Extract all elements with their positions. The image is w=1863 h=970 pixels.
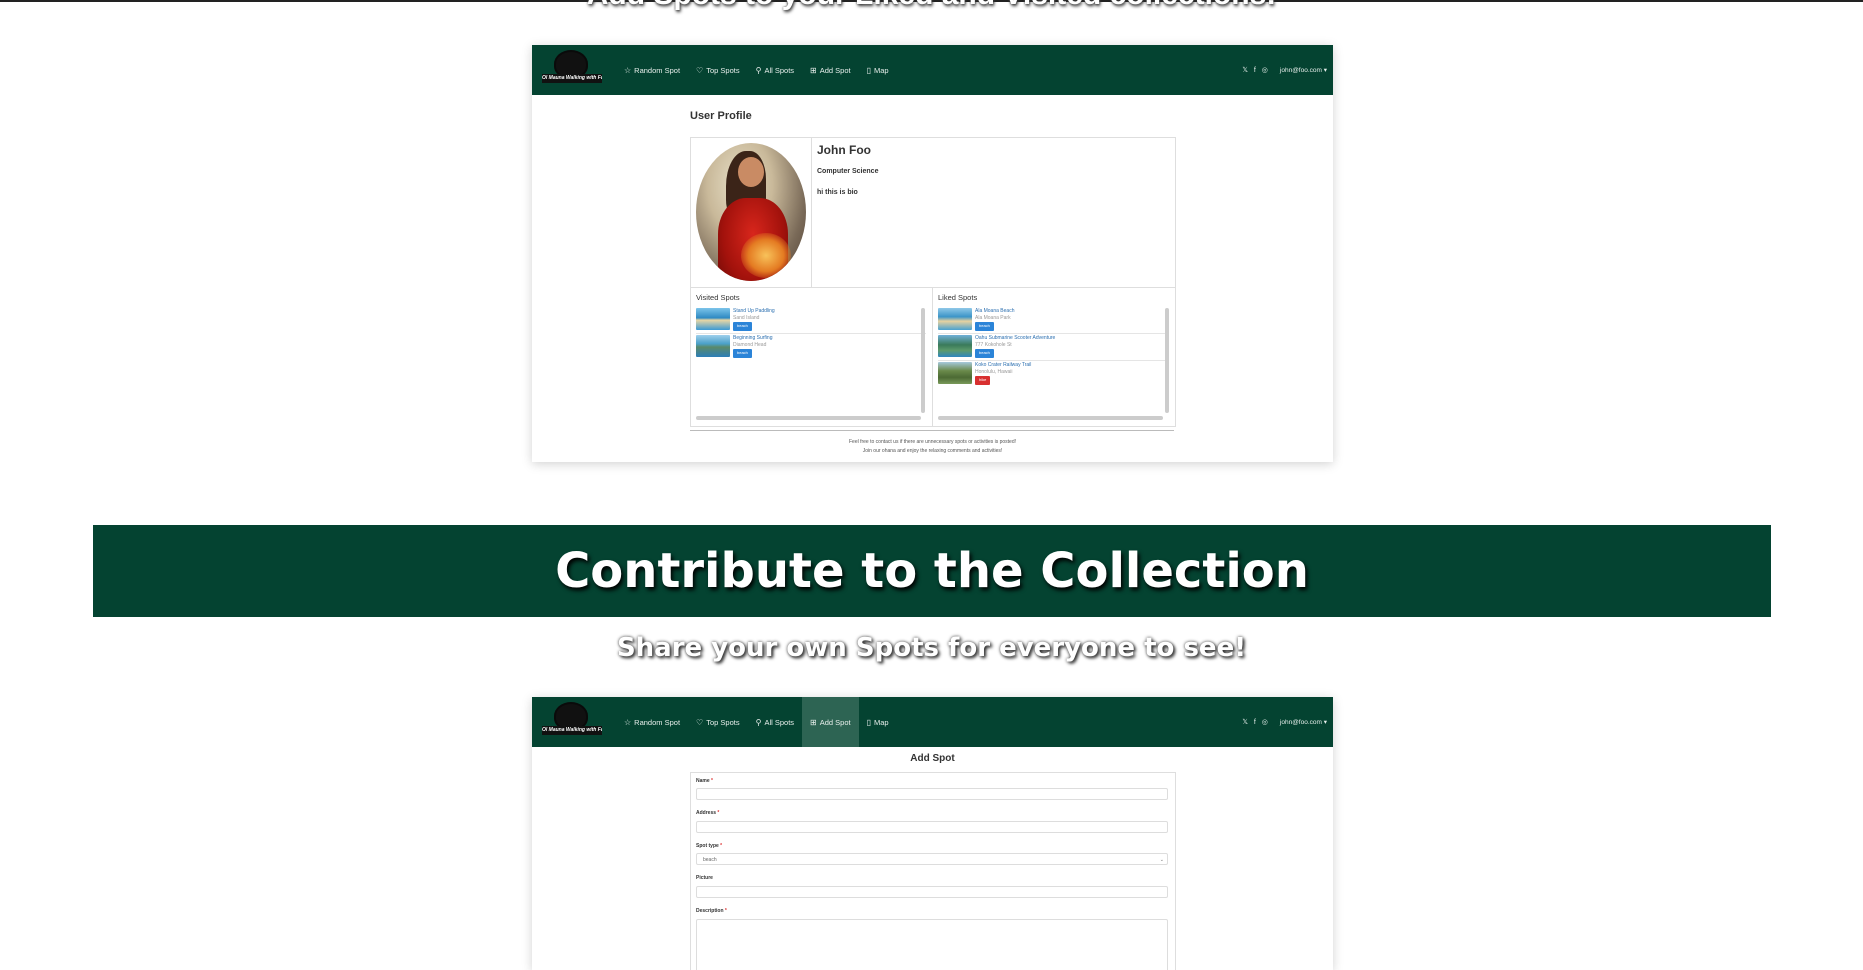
nav-all-spots[interactable]: ⚲ All Spots [748, 697, 802, 747]
chevron-down-icon: ⌄ [1159, 857, 1164, 863]
profile-major: Computer Science [817, 168, 879, 175]
nav-map[interactable]: ▯ Map [859, 697, 897, 747]
social-icons[interactable]: 𝕏 f ◎ [1242, 66, 1270, 74]
section-heading-contribute: Contribute to the Collection [555, 543, 1309, 599]
section-subtitle-contribute: Share your own Spots for everyone to see… [616, 633, 1247, 663]
map-icon: ▯ [866, 65, 872, 75]
spot-thumbnail [938, 362, 972, 384]
section-heading-liked-visited: Add Spots to your Liked and Visited coll… [0, 0, 1863, 12]
tree-logo-icon [556, 704, 586, 728]
map-pin-icon: ⚲ [755, 65, 762, 75]
scrollbar[interactable] [1165, 308, 1169, 413]
status-badge: beach [975, 322, 994, 331]
nav-right: 𝕏 f ◎ john@foo.com ▾ [1242, 45, 1327, 95]
spot-type-select[interactable]: beach ⌄ [696, 853, 1168, 865]
scrollbar[interactable] [921, 308, 925, 413]
list-item[interactable]: Beginning Surfing Diamond Head beach [696, 335, 772, 361]
map-icon: ▯ [866, 717, 872, 727]
spot-thumbnail [696, 308, 730, 330]
nav-add-spot[interactable]: ⊞ Add Spot [802, 697, 859, 747]
profile-card: John Foo Computer Science hi this is bio [690, 137, 1176, 289]
site-logo[interactable]: Ol Mauna Walking with Foo [542, 702, 602, 742]
page-title: User Profile [690, 110, 752, 122]
social-icons[interactable]: 𝕏 f ◎ [1242, 718, 1270, 726]
spot-type-label: Spot type * [696, 843, 723, 849]
liked-spots-title: Liked Spots [938, 293, 978, 302]
spot-thumbnail [938, 335, 972, 357]
navbar: Ol Mauna Walking with Foo ☆ Random Spot ♡… [532, 45, 1333, 95]
visited-spots-title: Visited Spots [696, 293, 740, 302]
address-field[interactable] [696, 821, 1168, 833]
map-pin-icon: ⚲ [755, 717, 762, 727]
list-item[interactable]: Koko Crater Railway Trail Honolulu, Hawai… [938, 362, 1031, 388]
profile-bio: hi this is bio [817, 189, 858, 196]
status-badge: hike [975, 376, 991, 385]
spot-thumbnail [938, 308, 972, 330]
add-spot-screenshot: Ol Mauna Walking with Foo ☆ Random Spot ♡… [532, 697, 1333, 970]
profile-name: John Foo [817, 143, 871, 157]
picture-field[interactable] [696, 886, 1168, 898]
footer-text-2: Join our ohana and enjoy the relaxing co… [862, 448, 1003, 454]
heart-icon: ♡ [696, 65, 704, 75]
description-label: Description * [696, 908, 727, 914]
star-icon: ☆ [624, 717, 632, 727]
name-field[interactable] [696, 788, 1168, 800]
name-label: Name * [696, 778, 713, 784]
spot-thumbnail [696, 335, 730, 357]
site-logo[interactable]: Ol Mauna Walking with Foo [542, 50, 602, 90]
star-icon: ☆ [624, 65, 632, 75]
add-spot-form: Name * Address * Spot type * beach ⌄ Pic… [690, 772, 1176, 970]
list-item[interactable]: Oahu Submarine Scooter Adventure 777 Koko… [938, 335, 1055, 361]
description-textarea[interactable] [696, 919, 1168, 970]
nav-add-spot[interactable]: ⊞ Add Spot [802, 45, 859, 95]
nav-all-spots[interactable]: ⚲ All Spots [748, 45, 802, 95]
footer-text-1: Feel free to contact us if there are unn… [848, 439, 1017, 445]
nav-top-spots[interactable]: ♡ Top Spots [688, 45, 748, 95]
list-item[interactable]: Stand Up Paddling Sand Island beach [696, 308, 775, 334]
nav-right: 𝕏 f ◎ john@foo.com ▾ [1242, 697, 1327, 747]
nav-map[interactable]: ▯ Map [859, 45, 897, 95]
user-menu[interactable]: john@foo.com ▾ [1280, 718, 1327, 726]
status-badge: beach [733, 349, 752, 358]
navbar: Ol Mauna Walking with Foo ☆ Random Spot ♡… [532, 697, 1333, 747]
address-label: Address * [696, 810, 720, 816]
heart-icon: ♡ [696, 717, 704, 727]
picture-label: Picture [696, 875, 713, 881]
page-title: Add Spot [910, 753, 955, 764]
status-badge: beach [733, 322, 752, 331]
nav-random-spot[interactable]: ☆ Random Spot [616, 45, 688, 95]
footer-divider [690, 430, 1174, 431]
profile-screenshot: Ol Mauna Walking with Foo ☆ Random Spot ♡… [532, 45, 1333, 462]
plus-square-icon: ⊞ [810, 717, 817, 727]
visited-spots-panel: Visited Spots Stand Up Paddling Sand Isla… [690, 287, 934, 427]
list-item[interactable]: Ala Moana Beach Ala Moana Park beach [938, 308, 1014, 334]
avatar [696, 143, 806, 281]
status-badge: beach [975, 349, 994, 358]
user-menu[interactable]: john@foo.com ▾ [1280, 66, 1327, 74]
tree-logo-icon [556, 52, 586, 76]
chevron-down-icon: ▾ [1323, 719, 1327, 726]
scrollbar[interactable] [696, 416, 921, 420]
nav-top-spots[interactable]: ♡ Top Spots [688, 697, 748, 747]
chevron-down-icon: ▾ [1323, 67, 1327, 74]
plus-square-icon: ⊞ [810, 65, 817, 75]
nav-random-spot[interactable]: ☆ Random Spot [616, 697, 688, 747]
contribute-banner: Contribute to the Collection [93, 525, 1771, 617]
scrollbar[interactable] [938, 416, 1163, 420]
liked-spots-panel: Liked Spots Ala Moana Beach Ala Moana Par… [932, 287, 1176, 427]
